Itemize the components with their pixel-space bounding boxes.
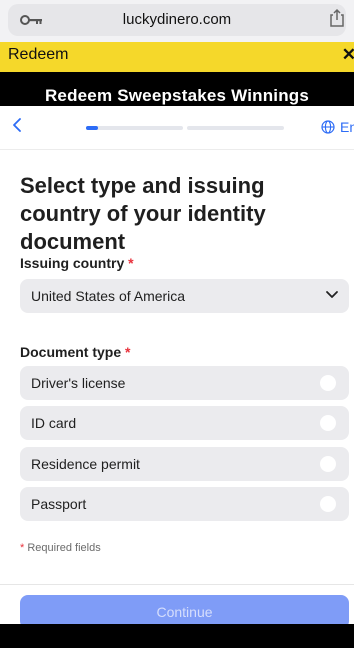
required-asterisk: * (125, 344, 131, 360)
issuing-country-label: Issuing country * (20, 255, 134, 271)
banner-title: Redeem (8, 46, 69, 63)
progress-step-1 (86, 126, 183, 130)
page-title: Select type and issuing country of your … (20, 173, 266, 254)
continue-button-label: Continue (156, 604, 213, 620)
document-type-label-text: Document type (20, 344, 122, 360)
radio-button[interactable] (320, 375, 336, 391)
issuing-country-label-text: Issuing country (20, 255, 125, 271)
browser-address-bar: luckydinero.com (0, 0, 354, 42)
required-fields-note: * Required fields (20, 542, 101, 554)
document-type-label: Document type * (20, 344, 130, 360)
redeem-banner: Redeem ✕ (0, 42, 354, 72)
globe-icon (321, 120, 335, 134)
radio-button[interactable] (320, 496, 336, 512)
document-option-id-card[interactable]: ID card (20, 406, 349, 440)
language-label: En (340, 119, 354, 135)
document-option-label: ID card (31, 415, 77, 431)
required-fields-text: Required fields (27, 542, 101, 554)
verification-nav: En (0, 106, 354, 150)
page-header: Redeem Sweepstakes Winnings (0, 72, 354, 106)
required-asterisk: * (20, 542, 25, 554)
url-domain: luckydinero.com (122, 11, 232, 28)
document-option-residence-permit[interactable]: Residence permit (20, 447, 349, 481)
radio-button[interactable] (320, 456, 336, 472)
page-header-title: Redeem Sweepstakes Winnings (44, 86, 310, 105)
radio-button[interactable] (320, 415, 336, 431)
progress-step-2 (187, 126, 284, 130)
issuing-country-select[interactable]: United States of America (20, 279, 349, 313)
required-asterisk: * (128, 255, 134, 271)
issuing-country-value: United States of America (31, 288, 186, 304)
language-selector[interactable]: En (321, 118, 354, 136)
share-icon[interactable] (328, 8, 346, 28)
url-field[interactable]: luckydinero.com (8, 4, 346, 36)
document-option-drivers-license[interactable]: Driver's license (20, 366, 349, 400)
banner-close-button[interactable]: ✕ (342, 45, 354, 65)
document-option-label: Driver's license (31, 375, 126, 391)
chevron-down-icon (326, 291, 338, 298)
document-option-passport[interactable]: Passport (20, 487, 349, 521)
document-option-label: Residence permit (31, 456, 140, 472)
chevron-left-icon[interactable] (10, 116, 24, 134)
progress-step-1-fill (86, 126, 98, 130)
footer-divider (0, 584, 354, 585)
document-option-label: Passport (31, 496, 87, 512)
progress-steps (86, 126, 284, 130)
bottom-bar (0, 624, 354, 648)
